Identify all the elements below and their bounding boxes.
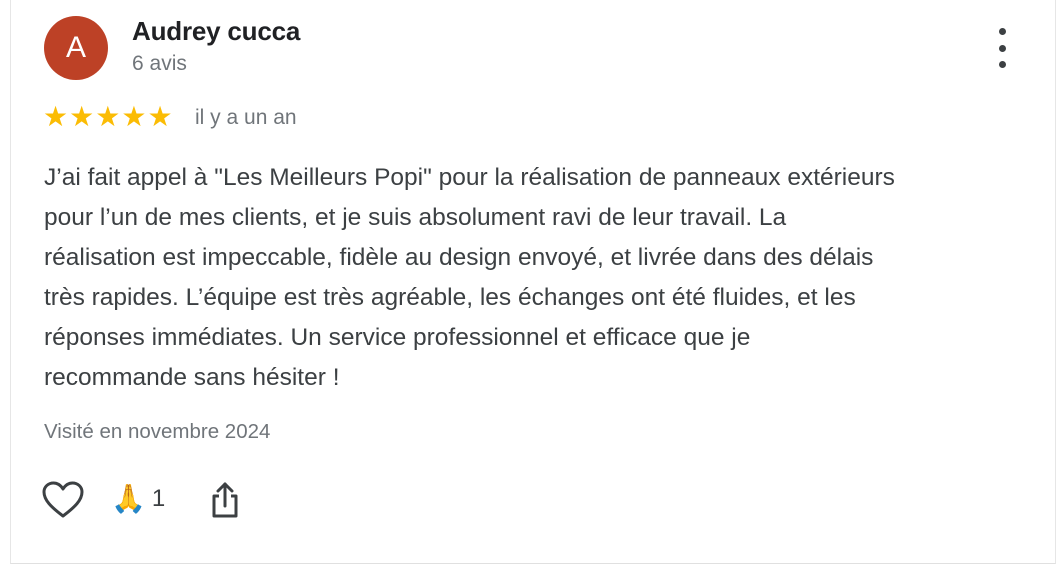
reaction-button[interactable]: 🙏 1 [111, 482, 165, 516]
author-review-count[interactable]: 6 avis [132, 52, 187, 76]
more-vert-icon-dot [998, 28, 1006, 35]
more-vert-icon-dot [998, 61, 1006, 68]
star-icon: ★ [95, 100, 121, 133]
review-text: J’ai fait appel à "Les Meilleurs Popi" p… [44, 164, 895, 391]
visited-date: Visité en novembre 2024 [44, 420, 271, 443]
avatar-letter: A [65, 31, 86, 64]
share-icon [212, 482, 238, 518]
reaction-count: 1 [151, 485, 166, 512]
heart-outline-icon [42, 481, 84, 518]
share-button[interactable] [205, 480, 245, 520]
star-icon: ★ [69, 100, 95, 133]
avatar[interactable]: A [44, 16, 108, 80]
praying-hands-icon: 🙏 [111, 483, 146, 514]
review-date: il y a un an [195, 106, 297, 129]
star-rating: ★ ★ ★ ★ ★ [43, 103, 173, 131]
star-icon: ★ [43, 100, 69, 133]
star-icon: ★ [147, 100, 173, 133]
review-card: A Audrey cucca 6 avis ★ ★ ★ ★ ★ il y a u… [10, 0, 1056, 564]
more-options-button[interactable] [987, 28, 1017, 68]
star-icon: ★ [121, 100, 147, 133]
like-button[interactable] [41, 480, 85, 520]
more-vert-icon-dot [998, 44, 1006, 52]
author-name[interactable]: Audrey cucca [132, 16, 300, 47]
